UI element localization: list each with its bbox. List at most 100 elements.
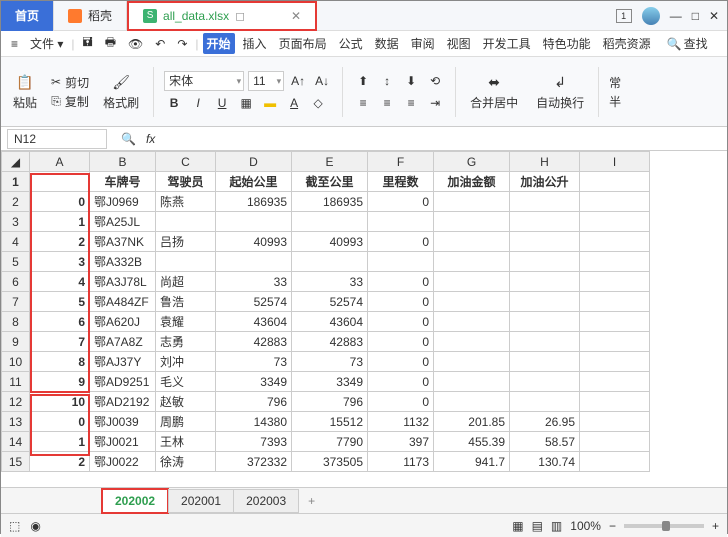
cell[interactable]: 130.74: [510, 452, 580, 472]
cut-button[interactable]: ✂剪切: [51, 74, 89, 91]
avatar[interactable]: [642, 7, 660, 25]
cell[interactable]: [216, 252, 292, 272]
row-header[interactable]: 9: [2, 332, 30, 352]
col-D[interactable]: D: [216, 152, 292, 172]
col-I[interactable]: I: [580, 152, 650, 172]
menu-formula[interactable]: 公式: [335, 33, 367, 54]
menu-undo-icon[interactable]: ↶: [151, 35, 169, 53]
cell[interactable]: 455.39: [434, 432, 510, 452]
menu-hamburger-icon[interactable]: ≡: [7, 35, 22, 53]
row-header[interactable]: 3: [2, 212, 30, 232]
cell[interactable]: 1: [30, 212, 90, 232]
status-icon-1[interactable]: ⬚: [9, 519, 20, 533]
corner-cell[interactable]: ◢: [2, 152, 30, 172]
underline-icon[interactable]: U: [212, 93, 232, 113]
menu-print-icon[interactable]: 🖶: [101, 31, 120, 56]
cell[interactable]: 3349: [216, 372, 292, 392]
format-brush-button[interactable]: 🖌格式刷: [99, 70, 143, 113]
cell[interactable]: [434, 332, 510, 352]
menu-view[interactable]: 视图: [443, 33, 475, 54]
cell[interactable]: 941.7: [434, 452, 510, 472]
cell[interactable]: [510, 292, 580, 312]
cell[interactable]: [580, 272, 650, 292]
row-header[interactable]: 13: [2, 412, 30, 432]
cell[interactable]: 鄂AD2192: [90, 392, 156, 412]
cell[interactable]: [580, 212, 650, 232]
sheet-tab[interactable]: 202001: [168, 489, 234, 513]
close-icon[interactable]: ✕: [709, 9, 719, 23]
cell[interactable]: 373505: [292, 452, 368, 472]
cell[interactable]: 袁耀: [156, 312, 216, 332]
cell[interactable]: [368, 212, 434, 232]
cell[interactable]: 15512: [292, 412, 368, 432]
cell[interactable]: 1: [30, 432, 90, 452]
cell[interactable]: 5: [30, 292, 90, 312]
cell[interactable]: 截至公里: [292, 172, 368, 192]
cell[interactable]: [510, 352, 580, 372]
cell[interactable]: 796: [292, 392, 368, 412]
cell[interactable]: 王林: [156, 432, 216, 452]
maximize-icon[interactable]: □: [692, 9, 699, 23]
cell[interactable]: [156, 252, 216, 272]
cell[interactable]: 鄂A332B: [90, 252, 156, 272]
col-H[interactable]: H: [510, 152, 580, 172]
menu-file[interactable]: 文件 ▾: [26, 33, 67, 54]
cell[interactable]: 尚超: [156, 272, 216, 292]
size-select[interactable]: 11: [248, 71, 284, 91]
cell[interactable]: 43604: [292, 312, 368, 332]
cell[interactable]: [434, 232, 510, 252]
cell[interactable]: 9: [30, 372, 90, 392]
row-header[interactable]: 6: [2, 272, 30, 292]
menu-data[interactable]: 数据: [371, 33, 403, 54]
zoom-in-icon[interactable]: +: [712, 519, 719, 533]
align-center-icon[interactable]: ≡: [377, 93, 397, 113]
row-header[interactable]: 15: [2, 452, 30, 472]
cell[interactable]: 186935: [216, 192, 292, 212]
view-normal-icon[interactable]: ▦: [512, 519, 523, 533]
cell[interactable]: 0: [368, 192, 434, 212]
cell[interactable]: [434, 392, 510, 412]
cell[interactable]: 52574: [216, 292, 292, 312]
cell[interactable]: 0: [368, 292, 434, 312]
menu-layout[interactable]: 页面布局: [275, 33, 331, 54]
cell[interactable]: 0: [368, 232, 434, 252]
font-grow-icon[interactable]: A↑: [288, 71, 308, 91]
cell[interactable]: 40993: [216, 232, 292, 252]
cell[interactable]: [292, 252, 368, 272]
cell[interactable]: [434, 372, 510, 392]
cell[interactable]: 驾驶员: [156, 172, 216, 192]
row-header[interactable]: 11: [2, 372, 30, 392]
cell[interactable]: 鄂A7A8Z: [90, 332, 156, 352]
col-E[interactable]: E: [292, 152, 368, 172]
cell[interactable]: [292, 212, 368, 232]
row-header[interactable]: 5: [2, 252, 30, 272]
cell[interactable]: 6: [30, 312, 90, 332]
col-C[interactable]: C: [156, 152, 216, 172]
cell[interactable]: 鄂J0039: [90, 412, 156, 432]
cell[interactable]: [580, 352, 650, 372]
zoom-slider[interactable]: [624, 524, 704, 528]
menu-review[interactable]: 审阅: [407, 33, 439, 54]
cell[interactable]: [156, 212, 216, 232]
cell[interactable]: 42883: [292, 332, 368, 352]
cell[interactable]: [510, 192, 580, 212]
align-right-icon[interactable]: ≡: [401, 93, 421, 113]
cell[interactable]: 0: [368, 312, 434, 332]
cell[interactable]: 10: [30, 392, 90, 412]
cell[interactable]: 52574: [292, 292, 368, 312]
cell[interactable]: 鄂J0022: [90, 452, 156, 472]
cell[interactable]: 徐涛: [156, 452, 216, 472]
cell[interactable]: 73: [216, 352, 292, 372]
diamond-icon[interactable]: ◇: [308, 93, 328, 113]
cell[interactable]: [510, 212, 580, 232]
cell[interactable]: 33: [292, 272, 368, 292]
fill-icon[interactable]: ▬: [260, 93, 280, 113]
cell[interactable]: 0: [368, 372, 434, 392]
close-tab-icon[interactable]: ✕: [291, 9, 301, 23]
copy-button[interactable]: ⎘复制: [51, 93, 89, 110]
italic-icon[interactable]: I: [188, 93, 208, 113]
zoom-out-icon[interactable]: −: [609, 519, 616, 533]
cell[interactable]: [510, 312, 580, 332]
row-header[interactable]: 7: [2, 292, 30, 312]
cell[interactable]: 加油金额: [434, 172, 510, 192]
